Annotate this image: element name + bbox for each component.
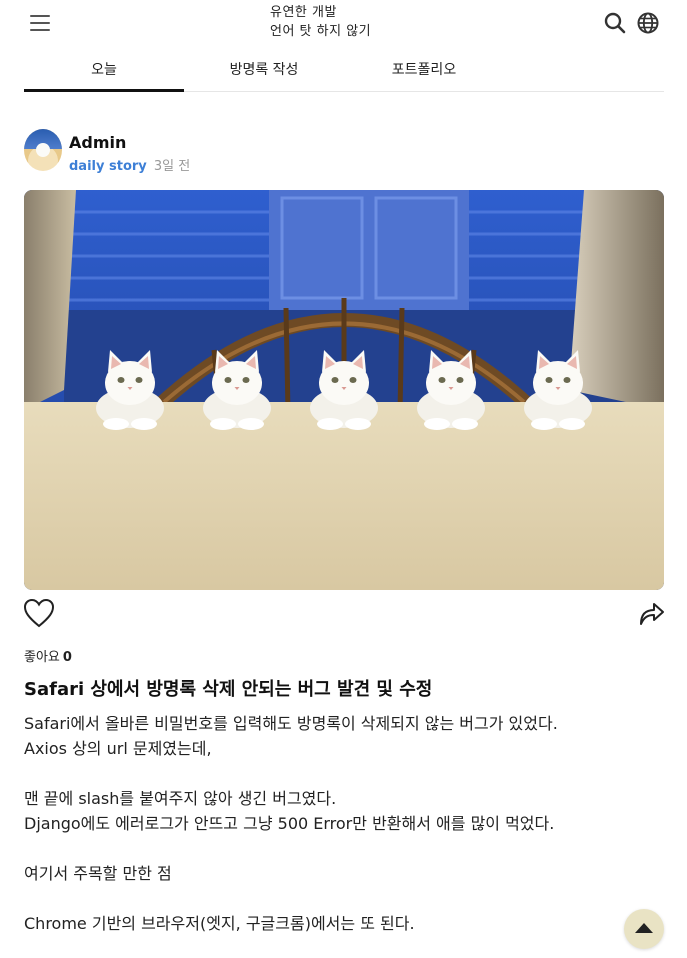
globe-icon[interactable] [636, 11, 660, 35]
post-paragraph: Axios 상의 url 문제였는데, [24, 739, 212, 758]
nav-tabs: 오늘 방명록 작성 포트폴리오 [24, 52, 664, 92]
category-link[interactable]: daily story [69, 159, 147, 174]
likes-number: 0 [62, 650, 72, 665]
post-paragraph [24, 836, 664, 861]
post-body: Safari에서 올바른 비밀번호를 입력해도 방명록이 삭제되지 않는 버그가… [24, 711, 664, 936]
top-header: 유연한 개발 언어 탓 하지 않기 [0, 0, 687, 48]
site-title-line1: 유연한 개발 [270, 5, 337, 20]
tab-portfolio[interactable]: 포트폴리오 [344, 52, 504, 92]
cats-photo [24, 190, 664, 590]
likes-count: 좋아요 0 [24, 646, 72, 665]
post-title[interactable]: Safari 상에서 방명록 삭제 안되는 버그 발견 및 수정 [24, 676, 664, 704]
post-time: 3일 전 [153, 159, 191, 174]
tab-today[interactable]: 오늘 [24, 52, 184, 92]
post-paragraph [24, 761, 664, 786]
tab-guestbook[interactable]: 방명록 작성 [184, 52, 344, 92]
site-title-line2: 언어 탓 하지 않기 [270, 24, 372, 39]
search-icon[interactable] [603, 11, 627, 35]
hamburger-menu-icon[interactable] [28, 12, 52, 34]
heart-outline-icon[interactable] [23, 598, 55, 628]
likes-label: 좋아요 [24, 650, 60, 665]
site-title[interactable]: 유연한 개발 언어 탓 하지 않기 [270, 3, 430, 41]
post-paragraph: 맨 끝에 slash를 붙여주지 않아 생긴 버그였다. [24, 789, 337, 808]
avatar[interactable] [24, 129, 62, 171]
author-meta: daily story 3일 전 [69, 155, 190, 174]
post-paragraph: Django에도 에러로그가 안뜨고 그냥 500 Error만 반환해서 애를… [24, 814, 555, 833]
post-paragraph [24, 886, 664, 911]
post-paragraph: Safari에서 올바른 비밀번호를 입력해도 방명록이 삭제되지 않는 버그가… [24, 714, 558, 733]
author-name[interactable]: Admin [69, 133, 126, 152]
post-paragraph: Chrome 기반의 브라우저(엣지, 구글크롬)에서는 또 된다. [24, 914, 415, 933]
post-image[interactable] [24, 190, 664, 590]
post-author: Admin daily story 3일 전 [24, 129, 424, 174]
share-arrow-icon[interactable] [636, 598, 666, 628]
scroll-to-top-button[interactable] [624, 909, 664, 949]
post-paragraph: 여기서 주목할 만한 점 [24, 864, 172, 883]
